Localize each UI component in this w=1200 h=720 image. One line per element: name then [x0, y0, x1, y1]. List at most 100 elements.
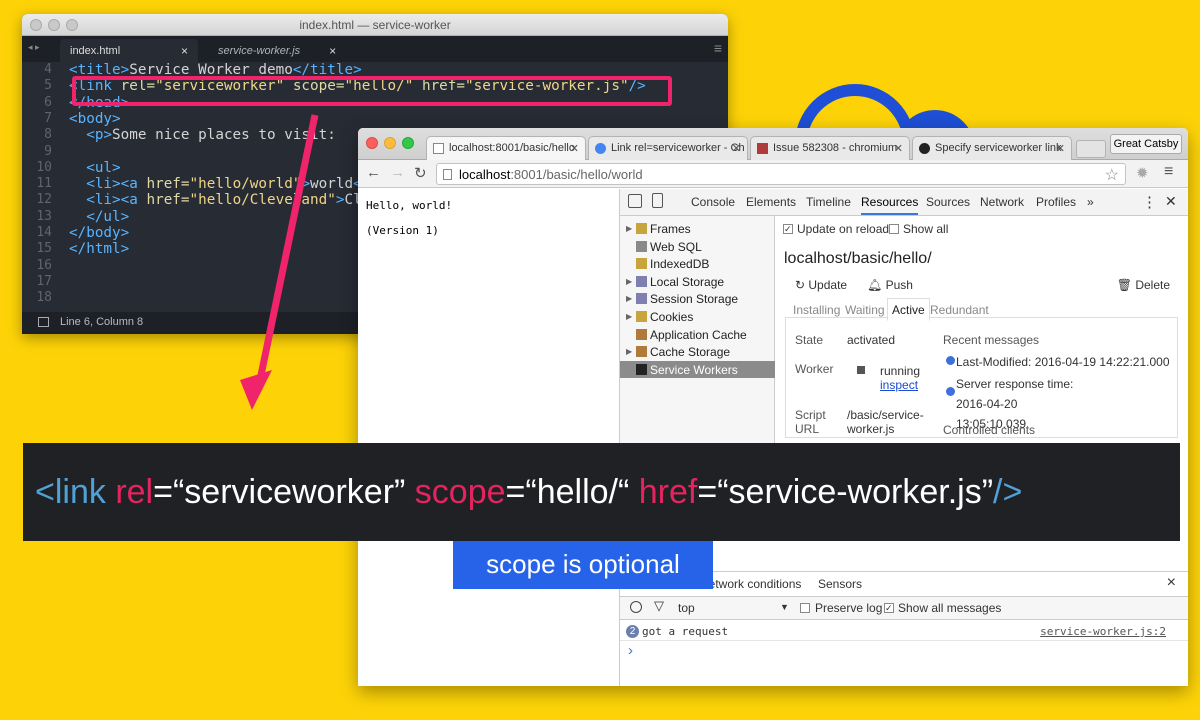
- banner-code-token: <link: [35, 473, 106, 511]
- chrome-menu-icon[interactable]: ≡: [1164, 163, 1173, 181]
- tab-label: Link rel=serviceworker - Ch: [611, 142, 745, 154]
- sidebar-item-cookies[interactable]: ▶ Cookies: [620, 308, 775, 326]
- more-tabs-icon[interactable]: »: [1087, 195, 1094, 209]
- tab-sensors[interactable]: Sensors: [818, 577, 862, 591]
- state-label: State: [795, 333, 824, 347]
- back-icon[interactable]: ←: [366, 164, 381, 181]
- close-tab-icon[interactable]: ✕: [1056, 142, 1065, 155]
- close-tab-icon[interactable]: ✕: [732, 142, 741, 155]
- tab-index-html[interactable]: index.html ×: [60, 39, 198, 62]
- sidebar-item-frames[interactable]: ▶ Frames: [620, 220, 775, 238]
- close-tab-icon[interactable]: ✕: [570, 142, 579, 155]
- sidebar-item-label: Frames: [650, 222, 691, 236]
- state-value: activated: [847, 333, 896, 347]
- expand-triangle-icon[interactable]: ▶: [626, 294, 632, 303]
- line-number: 18: [36, 290, 52, 306]
- profile-button[interactable]: Great Catsby: [1110, 134, 1182, 154]
- tab-elements[interactable]: Elements: [746, 195, 796, 209]
- highlight-box: [72, 76, 672, 106]
- expand-triangle-icon[interactable]: ▶: [626, 277, 632, 286]
- expand-triangle-icon[interactable]: ▶: [626, 347, 632, 356]
- tab-network[interactable]: Network: [980, 195, 1024, 209]
- panel-icon[interactable]: [38, 317, 49, 327]
- line-number: 15: [36, 241, 52, 257]
- tab-sources[interactable]: Sources: [926, 195, 970, 209]
- context-select[interactable]: top: [678, 601, 695, 615]
- new-tab-button[interactable]: [1076, 140, 1106, 158]
- sidebar-item-service-workers[interactable]: Service Workers: [620, 360, 775, 379]
- close-devtools-icon[interactable]: ✕: [1165, 193, 1177, 210]
- tab-service-worker-js[interactable]: service-worker.js ×: [208, 39, 346, 62]
- device-mode-icon[interactable]: [652, 193, 663, 208]
- sidebar-item-application-cache[interactable]: Application Cache: [620, 326, 775, 344]
- banner-code-token: scope: [414, 473, 506, 511]
- tab-console[interactable]: Console: [691, 195, 735, 209]
- stop-worker-icon[interactable]: [857, 366, 865, 374]
- close-tab-icon[interactable]: ✕: [894, 142, 903, 155]
- browser-tab-localhost[interactable]: localhost:8001/basic/hello ✕: [426, 136, 586, 160]
- clear-console-icon[interactable]: [630, 601, 642, 613]
- banner-code-token: =“hello/“: [505, 473, 639, 511]
- console-message: got a request: [642, 625, 729, 638]
- sidebar-item-label: Service Workers: [650, 362, 738, 377]
- update-button[interactable]: ↻ Update: [795, 278, 847, 292]
- filter-icon[interactable]: ▽: [654, 598, 664, 614]
- line-number: 14: [36, 225, 52, 240]
- inspect-element-icon[interactable]: [628, 194, 642, 208]
- preserve-log-checkbox[interactable]: [800, 603, 810, 613]
- close-tab-icon[interactable]: ×: [181, 44, 188, 58]
- editor-title: index.html — service-worker: [299, 18, 451, 32]
- line-number: 8: [44, 127, 52, 143]
- zoom-window-button[interactable]: [402, 137, 414, 149]
- tab-profiles[interactable]: Profiles: [1036, 195, 1076, 209]
- more-options-icon[interactable]: ⋮: [1142, 193, 1157, 211]
- close-tab-icon[interactable]: ×: [329, 44, 336, 58]
- worker-status: running: [880, 364, 921, 378]
- banner-code-token: href: [638, 473, 698, 511]
- subtab-installing[interactable]: Installing: [793, 303, 840, 317]
- browser-tab-link-rel[interactable]: Link rel=serviceworker - Ch ✕: [588, 136, 748, 160]
- tab-resources[interactable]: Resources: [861, 195, 919, 215]
- delete-button[interactable]: 🗑︎ Delete: [1117, 278, 1170, 292]
- sidebar-item-cache-storage[interactable]: ▶ Cache Storage: [620, 343, 775, 361]
- address-bar[interactable]: localhost:8001/basic/hello/world ☆: [436, 163, 1126, 185]
- close-drawer-icon[interactable]: ×: [1167, 574, 1176, 592]
- subtab-waiting[interactable]: Waiting: [845, 303, 885, 317]
- banner-code-token: =“serviceworker”: [153, 473, 415, 511]
- line-number: 10: [36, 159, 52, 175]
- reload-icon[interactable]: ↻: [414, 164, 427, 182]
- forward-icon[interactable]: →: [390, 164, 405, 181]
- minimize-window-button[interactable]: [384, 137, 396, 149]
- show-all-checkbox[interactable]: [889, 224, 899, 234]
- tab-network-conditions[interactable]: Network conditions: [700, 577, 801, 591]
- tab-nav-arrows-icon[interactable]: ◂ ▸: [28, 42, 40, 53]
- extension-gear-icon[interactable]: ✹: [1136, 164, 1149, 182]
- sidebar-item-indexeddb[interactable]: IndexedDB: [620, 255, 775, 273]
- chevron-down-icon[interactable]: ▼: [780, 602, 789, 612]
- menu-icon[interactable]: ≡: [714, 40, 722, 56]
- push-button[interactable]: 🔔︎ Push: [867, 278, 913, 292]
- browser-tab-specify[interactable]: Specify serviceworker link ✕: [912, 136, 1072, 160]
- close-window-button[interactable]: [366, 137, 378, 149]
- update-on-reload-checkbox[interactable]: ✓: [783, 224, 793, 234]
- line-number: 5: [44, 78, 52, 94]
- tab-timeline[interactable]: Timeline: [806, 195, 851, 209]
- expand-triangle-icon[interactable]: ▶: [626, 224, 632, 233]
- inspect-link[interactable]: inspect: [880, 378, 918, 392]
- bookmark-star-icon[interactable]: ☆: [1105, 165, 1119, 185]
- sidebar-item-session-storage[interactable]: ▶ Session Storage: [620, 290, 775, 308]
- console-prompt[interactable]: ›: [628, 642, 633, 659]
- browser-tab-issue[interactable]: Issue 582308 - chromium ✕: [750, 136, 910, 160]
- console-source-link[interactable]: service-worker.js:2: [1040, 625, 1166, 638]
- subtab-redundant[interactable]: Redundant: [930, 303, 989, 317]
- storage-icon: [636, 328, 647, 340]
- show-all-messages-checkbox[interactable]: ✓: [884, 603, 894, 613]
- scope-note-callout: scope is optional: [453, 541, 713, 589]
- sidebar-item-web-sql[interactable]: Web SQL: [620, 238, 775, 256]
- banner-code-token: rel: [115, 473, 154, 511]
- sidebar-item-local-storage[interactable]: ▶ Local Storage: [620, 273, 775, 291]
- expand-triangle-icon[interactable]: ▶: [626, 312, 632, 321]
- page-icon: [443, 169, 452, 180]
- banner-code-token: =“service-worker.js”: [697, 473, 994, 511]
- tab-label: Specify serviceworker link: [935, 142, 1062, 154]
